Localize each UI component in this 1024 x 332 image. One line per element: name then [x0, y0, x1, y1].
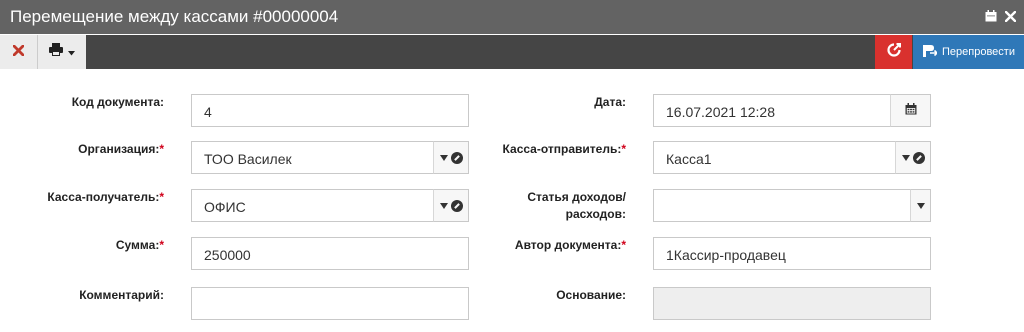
edit-icon[interactable] — [450, 151, 463, 164]
author-field[interactable]: 1Кассир-продавец — [653, 237, 931, 270]
caret-down-icon[interactable] — [916, 202, 925, 209]
organization-select-buttons — [433, 141, 469, 174]
titlebar-icons — [985, 9, 1017, 27]
organization-label-text: Организация: — [78, 142, 160, 156]
doc-code-label: Код документа: — [60, 94, 164, 111]
required-mark: * — [159, 190, 164, 204]
cash-receiver-label-text: Касса-получатель: — [47, 190, 160, 204]
cash-sender-select[interactable]: Касса1 — [653, 141, 896, 174]
cash-receiver-select[interactable]: ОФИС — [191, 189, 434, 222]
caret-down-icon[interactable] — [439, 154, 448, 161]
amount-label: Сумма:* — [60, 237, 164, 254]
close-icon — [12, 43, 25, 61]
calendar-icon — [905, 102, 917, 120]
cash-receiver-label: Касса-получатель:* — [40, 189, 164, 206]
repost-icon — [923, 44, 939, 60]
repost-button[interactable]: Перепровести — [913, 35, 1024, 69]
required-mark: * — [159, 142, 164, 156]
basis-label: Основание: — [500, 287, 626, 304]
caret-down-icon[interactable] — [439, 202, 448, 209]
date-picker-button[interactable] — [890, 94, 931, 127]
doc-code-field[interactable]: 4 — [191, 94, 469, 127]
date-field[interactable]: 16.07.2021 12:28 — [653, 94, 891, 127]
doc-code-label-text: Код документа: — [71, 95, 164, 109]
date-label-text: Дата: — [594, 95, 626, 109]
calendar-icon[interactable] — [985, 9, 997, 27]
edit-icon[interactable] — [912, 151, 925, 164]
comment-field[interactable] — [191, 287, 469, 320]
income-item-label: Статья доходов/ расходов: — [500, 189, 626, 223]
organization-select[interactable]: ТОО Василек — [191, 141, 434, 174]
caret-down-icon — [68, 43, 75, 61]
amount-label-text: Сумма: — [115, 238, 160, 252]
cash-receiver-select-buttons — [433, 189, 469, 222]
income-item-label-line1: Статья доходов/ — [527, 190, 626, 204]
toolbar: Перепровести — [0, 35, 1024, 69]
print-button[interactable] — [38, 35, 86, 69]
organization-label: Организация:* — [60, 141, 164, 158]
caret-down-icon[interactable] — [901, 154, 910, 161]
repost-label: Перепровести — [942, 46, 1015, 58]
cash-sender-label: Касса-отправитель:* — [480, 141, 626, 158]
amount-field[interactable]: 250000 — [191, 237, 469, 270]
close-button[interactable] — [0, 35, 38, 69]
cash-sender-select-buttons — [895, 141, 931, 174]
basis-label-text: Основание: — [556, 288, 626, 302]
author-label-text: Автор документа: — [514, 238, 622, 252]
window-title: Перемещение между кассами #00000004 — [10, 7, 339, 26]
window-titlebar: Перемещение между кассами #00000004 — [0, 0, 1024, 34]
exit-button[interactable] — [875, 35, 912, 69]
required-mark: * — [621, 142, 626, 156]
comment-label: Комментарий: — [60, 287, 164, 304]
close-icon[interactable] — [1004, 9, 1017, 27]
comment-label-text: Комментарий: — [79, 288, 164, 302]
income-item-label-line2: расходов: — [565, 207, 626, 221]
income-item-select[interactable] — [653, 189, 911, 222]
basis-field — [653, 287, 931, 320]
date-label: Дата: — [520, 94, 626, 111]
income-item-select-buttons — [910, 189, 931, 222]
cash-sender-label-text: Касса-отправитель: — [502, 142, 622, 156]
author-label: Автор документа:* — [480, 237, 626, 254]
exit-icon — [886, 42, 901, 62]
edit-icon[interactable] — [450, 199, 463, 212]
print-icon — [49, 43, 63, 61]
required-mark: * — [159, 238, 164, 252]
required-mark: * — [621, 238, 626, 252]
